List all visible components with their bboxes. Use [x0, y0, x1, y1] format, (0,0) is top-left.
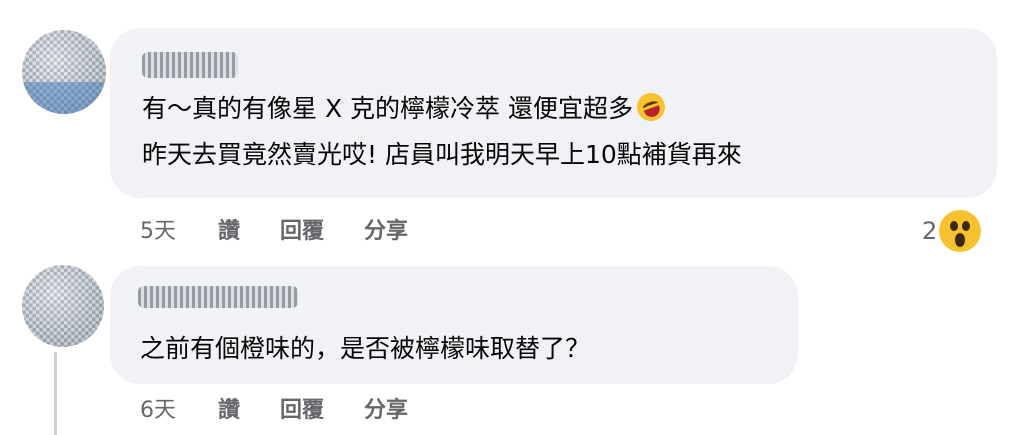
like-button-2[interactable]: 讚 [218, 392, 240, 424]
like-button-1[interactable]: 讚 [218, 213, 240, 245]
reply-thread-line [54, 352, 57, 435]
comment-actions-2: 6天 讚 回覆 分享 [140, 392, 448, 424]
comment-bubble-1: 有～真的有像星 X 克的檸檬冷萃 還便宜超多 昨天去買竟然賣光哎! 店員叫我明天… [110, 28, 997, 198]
comment-2-line-1: 之前有個橙味的，是否被檸檬味取替了？ [140, 334, 591, 363]
comment-text-2: 之前有個橙味的，是否被檸檬味取替了？ [140, 326, 590, 372]
commenter-avatar-2[interactable] [22, 265, 104, 347]
commenter-name-blurred-2[interactable] [138, 286, 298, 308]
reaction-count: 2 [922, 217, 938, 245]
share-button-1[interactable]: 分享 [364, 213, 408, 245]
comment-text-1: 有～真的有像星 X 克的檸檬冷萃 還便宜超多 昨天去買竟然賣光哎! 店員叫我明天… [142, 86, 742, 178]
comment-1-line-2: 昨天去買竟然賣光哎! 店員叫我明天早上10點補貨再來 [142, 140, 742, 169]
reaction-summary-1[interactable]: 2 [922, 207, 982, 255]
commenter-name-blurred-1[interactable] [142, 52, 238, 78]
comment-actions-1: 5天 讚 回覆 分享 [140, 213, 448, 245]
reply-button-1[interactable]: 回覆 [280, 213, 324, 245]
reply-button-2[interactable]: 回覆 [280, 392, 324, 424]
comment-1-line-1: 有～真的有像星 X 克的檸檬冷萃 還便宜超多 [142, 86, 742, 132]
wow-face-icon [939, 210, 982, 252]
comment-timestamp-2[interactable]: 6天 [140, 392, 176, 424]
share-button-2[interactable]: 分享 [364, 392, 408, 424]
comment-timestamp-1[interactable]: 5天 [140, 213, 176, 245]
commenter-avatar-1[interactable] [22, 30, 106, 114]
laughing-face-icon [633, 89, 669, 125]
comment-bubble-2: 之前有個橙味的，是否被檸檬味取替了？ [110, 266, 798, 384]
